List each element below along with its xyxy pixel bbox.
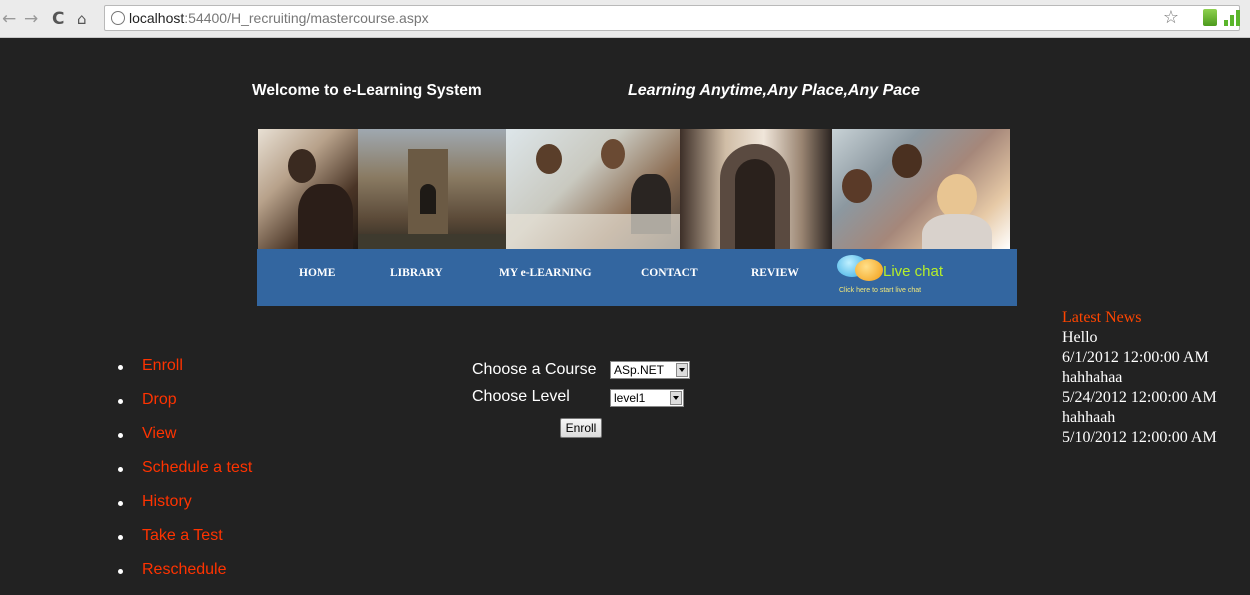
tagline: Learning Anytime,Any Place,Any Pace xyxy=(628,82,920,99)
menu-history[interactable]: History xyxy=(117,493,252,527)
menu-view[interactable]: View xyxy=(117,425,252,459)
extension-icon[interactable] xyxy=(1203,9,1217,26)
level-select[interactable]: level1 xyxy=(610,389,684,407)
course-select-value: ASp.NET xyxy=(614,363,665,377)
menu-drop[interactable]: Drop xyxy=(117,391,252,425)
level-select-value: level1 xyxy=(614,391,646,405)
bookmark-star-icon[interactable]: ☆ xyxy=(1163,7,1179,28)
url-host: localhost xyxy=(129,10,185,26)
signal-extension-icon[interactable] xyxy=(1224,10,1240,26)
news-item-date: 5/10/2012 12:00:00 AM xyxy=(1062,429,1217,446)
live-chat-subtitle: Click here to start live chat xyxy=(839,287,922,294)
news-item-text: hahhahaa xyxy=(1062,369,1123,386)
news-title: Latest News xyxy=(1062,309,1142,326)
banner-photo-arches xyxy=(680,129,832,249)
course-actions-menu: Enroll Drop View Schedule a test History… xyxy=(117,357,252,595)
browser-toolbar: ← → C ⌂ localhost:54400/H_recruiting/mas… xyxy=(0,0,1250,38)
news-item-date: 6/1/2012 12:00:00 AM xyxy=(1062,349,1209,366)
course-label: Choose a Course xyxy=(472,361,597,378)
home-icon[interactable]: ⌂ xyxy=(77,10,87,28)
menu-schedule-test[interactable]: Schedule a test xyxy=(117,459,252,493)
reload-icon[interactable]: C xyxy=(52,9,64,29)
chat-bubble-icon-2 xyxy=(855,259,883,281)
address-bar[interactable]: localhost:54400/H_recruiting/mastercours… xyxy=(104,5,1240,31)
live-chat-button[interactable]: Live chat Click here to start live chat xyxy=(835,251,965,303)
news-item-text: Hello xyxy=(1062,329,1098,346)
back-icon[interactable]: ← xyxy=(2,9,16,29)
menu-enroll[interactable]: Enroll xyxy=(117,357,252,391)
chevron-down-icon xyxy=(670,391,682,405)
menu-reschedule[interactable]: Reschedule xyxy=(117,561,252,595)
nav-my-elearning[interactable]: MY e-LEARNING xyxy=(499,267,592,279)
banner-photo-building xyxy=(358,129,506,249)
welcome-heading: Welcome to e-Learning System xyxy=(252,82,482,99)
nav-library[interactable]: LIBRARY xyxy=(390,267,443,279)
nav-home[interactable]: HOME xyxy=(299,267,335,279)
url-path: :54400/H_recruiting/mastercourse.aspx xyxy=(184,10,429,26)
nav-review[interactable]: REVIEW xyxy=(751,267,799,279)
forward-icon[interactable]: → xyxy=(24,9,38,29)
course-select[interactable]: ASp.NET xyxy=(610,361,690,379)
enroll-button[interactable]: Enroll xyxy=(560,418,602,438)
news-item-date: 5/24/2012 12:00:00 AM xyxy=(1062,389,1217,406)
chevron-down-icon xyxy=(676,363,688,377)
nav-contact[interactable]: CONTACT xyxy=(641,267,698,279)
url-text[interactable]: localhost:54400/H_recruiting/mastercours… xyxy=(129,10,429,26)
header-banner xyxy=(258,129,1010,249)
banner-photo-students xyxy=(258,129,358,249)
main-navigation: HOME LIBRARY MY e-LEARNING CONTACT REVIE… xyxy=(257,249,1017,306)
page-icon xyxy=(111,11,125,25)
live-chat-title: Live chat xyxy=(883,263,944,280)
banner-photo-group xyxy=(506,129,680,249)
banner-photo-classroom xyxy=(832,129,1010,249)
news-item-text: hahhaah xyxy=(1062,409,1116,426)
menu-take-test[interactable]: Take a Test xyxy=(117,527,252,561)
level-label: Choose Level xyxy=(472,388,570,405)
latest-news-panel: Latest News Hello 6/1/2012 12:00:00 AM h… xyxy=(1062,309,1217,449)
